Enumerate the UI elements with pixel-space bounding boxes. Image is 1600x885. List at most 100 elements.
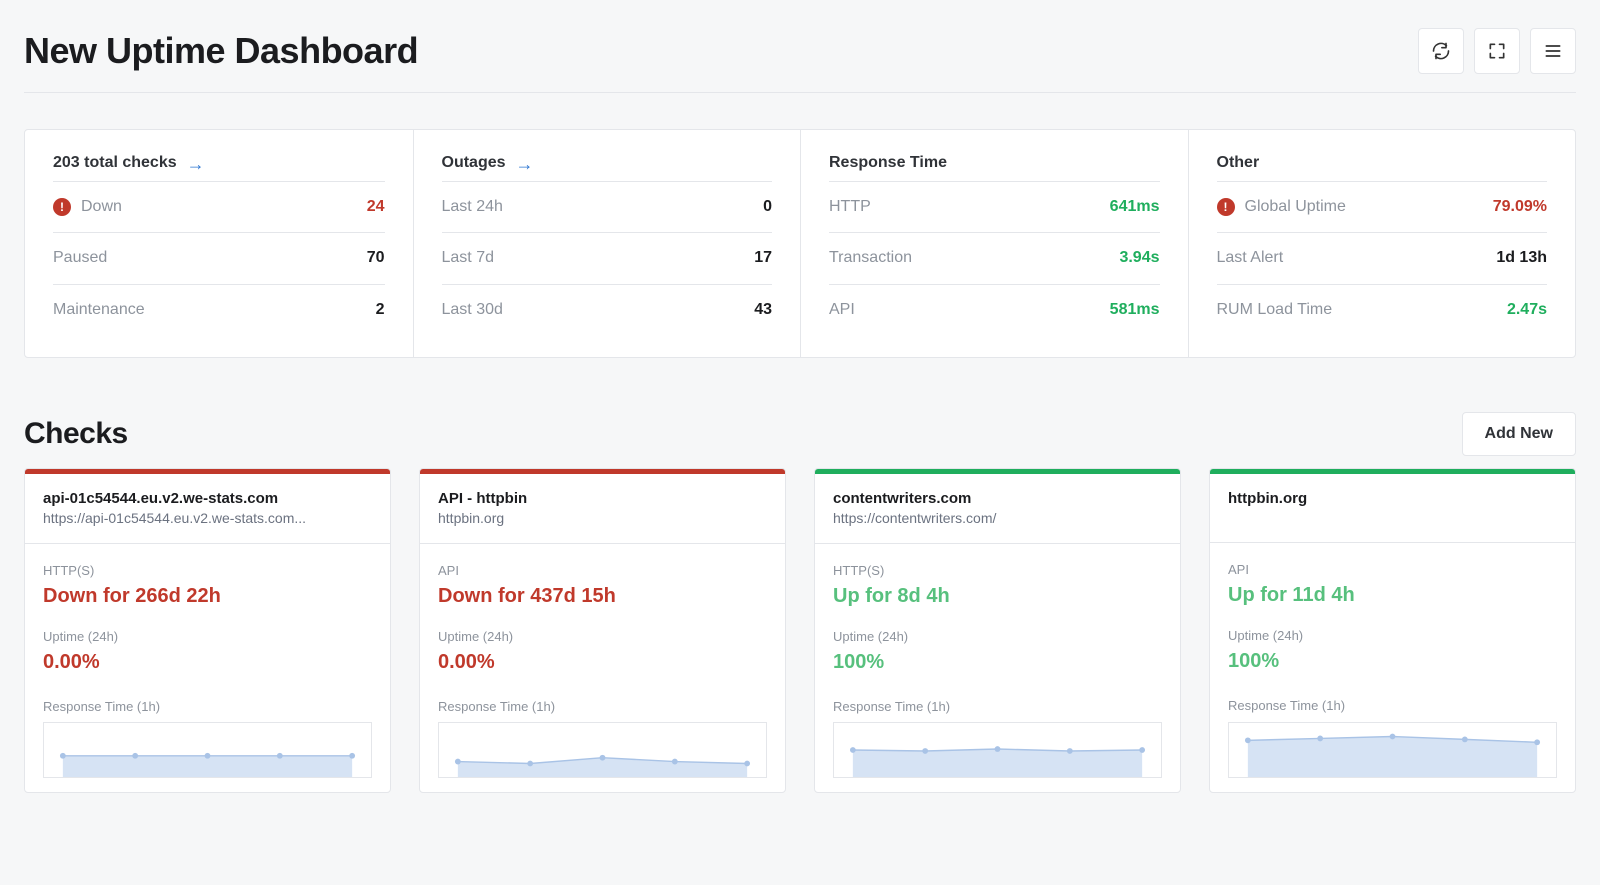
summary-row-value: 3.94s [1119, 247, 1159, 269]
check-title: httpbin.org [1228, 488, 1557, 509]
uptime-value: 100% [833, 648, 1162, 676]
check-card[interactable]: API - httpbinhttpbin.orgAPIDown for 437d… [419, 468, 786, 793]
summary-title[interactable]: Outages → [442, 152, 773, 174]
summary-row: !Global Uptime 79.09% [1217, 181, 1548, 232]
summary-row: Paused 70 [53, 232, 385, 283]
summary-row-value: 0 [763, 196, 772, 218]
summary-title-text: 203 total checks [53, 152, 177, 174]
response-time-label: Response Time (1h) [438, 698, 767, 716]
summary-title-text: Outages [442, 152, 506, 174]
summary-row-value: 2 [376, 299, 385, 321]
check-subtitle [1228, 509, 1557, 528]
check-header: API - httpbinhttpbin.org [420, 474, 785, 544]
summary-row: Last 24h 0 [442, 181, 773, 232]
summary-row-label-text: Last 30d [442, 299, 503, 321]
checks-heading: Checks [24, 413, 128, 455]
check-status: Up for 11d 4h [1228, 581, 1557, 609]
summary-title-text: Response Time [829, 152, 947, 174]
summary-row: Last Alert 1d 13h [1217, 232, 1548, 283]
summary-row-label-text: Maintenance [53, 299, 145, 321]
checks-header: Checks Add New [24, 412, 1576, 456]
check-title: api-01c54544.eu.v2.we-stats.com [43, 488, 372, 509]
summary-row-value: 1d 13h [1496, 247, 1547, 269]
summary-row-label-text: Last 7d [442, 247, 494, 269]
uptime-label: Uptime (24h) [438, 628, 767, 646]
summary-row-label: Last Alert [1217, 247, 1284, 269]
refresh-button[interactable] [1418, 28, 1464, 74]
summary-row: API 581ms [829, 284, 1160, 335]
check-body: APIUp for 11d 4hUptime (24h)100%Response… [1210, 543, 1575, 792]
check-header: contentwriters.comhttps://contentwriters… [815, 474, 1180, 544]
check-status: Down for 266d 22h [43, 582, 372, 610]
summary-row-label: Transaction [829, 247, 912, 269]
summary-row-value: 17 [754, 247, 772, 269]
arrow-right-icon[interactable]: → [187, 155, 205, 173]
summary-row: ! Down 24 [53, 181, 385, 232]
summary-title[interactable]: 203 total checks → [53, 152, 385, 174]
add-new-button[interactable]: Add New [1462, 412, 1576, 456]
summary-row-label-text: HTTP [829, 196, 871, 218]
summary-column: 203 total checks →! Down 24 Paused 70 Maintena… [25, 130, 413, 357]
summary-row-label: Last 7d [442, 247, 494, 269]
summary-row-label-text: Last 24h [442, 196, 503, 218]
summary-row-value: 79.09% [1493, 196, 1547, 218]
summary-title-text: Other [1217, 152, 1260, 174]
menu-button[interactable] [1530, 28, 1576, 74]
summary-row-label: ! Down [53, 196, 122, 218]
summary-row-label-text: Paused [53, 247, 107, 269]
summary-row: Last 7d 17 [442, 232, 773, 283]
check-card[interactable]: httpbin.orgAPIUp for 11d 4hUptime (24h)1… [1209, 468, 1576, 793]
summary-row-value: 70 [367, 247, 385, 269]
arrow-right-icon[interactable]: → [516, 155, 534, 173]
summary-row-label: Last 30d [442, 299, 503, 321]
summary-row-label: Maintenance [53, 299, 145, 321]
uptime-label: Uptime (24h) [43, 628, 372, 646]
summary-column: Outages→Last 24h0Last 7d17Last 30d43 [413, 130, 801, 357]
expand-icon [1487, 41, 1507, 61]
summary-row-value: 581ms [1110, 299, 1160, 321]
summary-row-value: 24 [367, 196, 385, 218]
check-header: api-01c54544.eu.v2.we-stats.comhttps://a… [25, 474, 390, 544]
check-subtitle: httpbin.org [438, 509, 767, 529]
check-card[interactable]: contentwriters.comhttps://contentwriters… [814, 468, 1181, 793]
response-time-sparkline [1228, 722, 1557, 778]
summary-row-label: Last 24h [442, 196, 503, 218]
response-time-sparkline [438, 722, 767, 778]
summary-row: HTTP641ms [829, 181, 1160, 232]
alert-icon: ! [53, 198, 71, 216]
uptime-value: 100% [1228, 647, 1557, 675]
check-subtitle: https://contentwriters.com/ [833, 509, 1162, 529]
summary-row: RUM Load Time 2.47s [1217, 284, 1548, 335]
summary-row-label-text: Global Uptime [1245, 196, 1346, 218]
summary-column: Other !Global Uptime 79.09% Last Alert 1d 13… [1188, 130, 1576, 357]
summary-row: Maintenance 2 [53, 284, 385, 335]
hamburger-icon [1543, 41, 1563, 61]
response-time-label: Response Time (1h) [833, 698, 1162, 716]
uptime-label: Uptime (24h) [833, 628, 1162, 646]
check-title: contentwriters.com [833, 488, 1162, 509]
summary-row-value: 2.47s [1507, 299, 1547, 321]
uptime-value: 0.00% [438, 648, 767, 676]
summary-row-label: RUM Load Time [1217, 299, 1333, 321]
refresh-icon [1431, 41, 1451, 61]
check-status: Up for 8d 4h [833, 582, 1162, 610]
check-header: httpbin.org [1210, 474, 1575, 543]
uptime-value: 0.00% [43, 648, 372, 676]
summary-row-label: API [829, 299, 855, 321]
fullscreen-button[interactable] [1474, 28, 1520, 74]
summary-row-label: Paused [53, 247, 107, 269]
check-protocol: API [438, 562, 767, 580]
summary-row-label-text: Down [81, 196, 122, 218]
check-protocol: API [1228, 561, 1557, 579]
summary-row: Transaction 3.94s [829, 232, 1160, 283]
summary-title: Response Time [829, 152, 1160, 174]
response-time-sparkline [43, 722, 372, 778]
summary-row-label-text: RUM Load Time [1217, 299, 1333, 321]
check-card[interactable]: api-01c54544.eu.v2.we-stats.comhttps://a… [24, 468, 391, 793]
summary-row-label: !Global Uptime [1217, 196, 1346, 218]
summary-row-label-text: Transaction [829, 247, 912, 269]
checks-grid: api-01c54544.eu.v2.we-stats.comhttps://a… [24, 468, 1576, 793]
check-subtitle: https://api-01c54544.eu.v2.we-stats.com.… [43, 509, 372, 529]
summary-row-label-text: API [829, 299, 855, 321]
check-protocol: HTTP(S) [43, 562, 372, 580]
